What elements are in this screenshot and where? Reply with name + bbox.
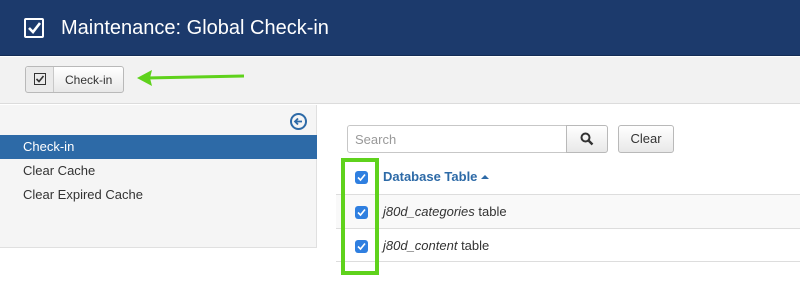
checkin-button-label: Check-in — [65, 73, 113, 87]
checkbox-icon — [26, 67, 54, 92]
page-header: Maintenance: Global Check-in — [0, 0, 800, 56]
checkin-button[interactable]: Check-in — [25, 66, 124, 93]
main-content: Clear Database Table j80d_categories tab… — [318, 105, 800, 303]
search-input[interactable] — [347, 125, 567, 153]
collapse-sidebar-icon[interactable] — [290, 113, 307, 130]
search-icon — [580, 132, 594, 146]
checkbox-icon — [24, 18, 44, 38]
page-title: Maintenance: Global Check-in — [61, 17, 329, 39]
sidebar: Check-in Clear Cache Clear Expired Cache — [0, 105, 317, 248]
table-row: j80d_content table — [336, 228, 800, 262]
clear-button[interactable]: Clear — [618, 125, 674, 153]
sidebar-item-clear-expired-cache[interactable]: Clear Expired Cache — [0, 183, 317, 207]
table-header-row: Database Table — [336, 160, 800, 194]
column-header-database-table[interactable]: Database Table — [383, 169, 490, 184]
table-name-cell: j80d_content table — [383, 238, 490, 253]
table-name-cell: j80d_categories table — [383, 204, 507, 219]
table-row: j80d_categories table — [336, 194, 800, 228]
sort-ascending-icon — [481, 175, 490, 179]
search-button[interactable] — [566, 125, 608, 153]
toolbar: Check-in — [0, 57, 800, 104]
sidebar-item-check-in[interactable]: Check-in — [0, 135, 317, 159]
green-arrow-annotation — [137, 70, 245, 86]
sidebar-item-clear-cache[interactable]: Clear Cache — [0, 159, 317, 183]
checkbox-highlight-annotation — [341, 158, 379, 275]
